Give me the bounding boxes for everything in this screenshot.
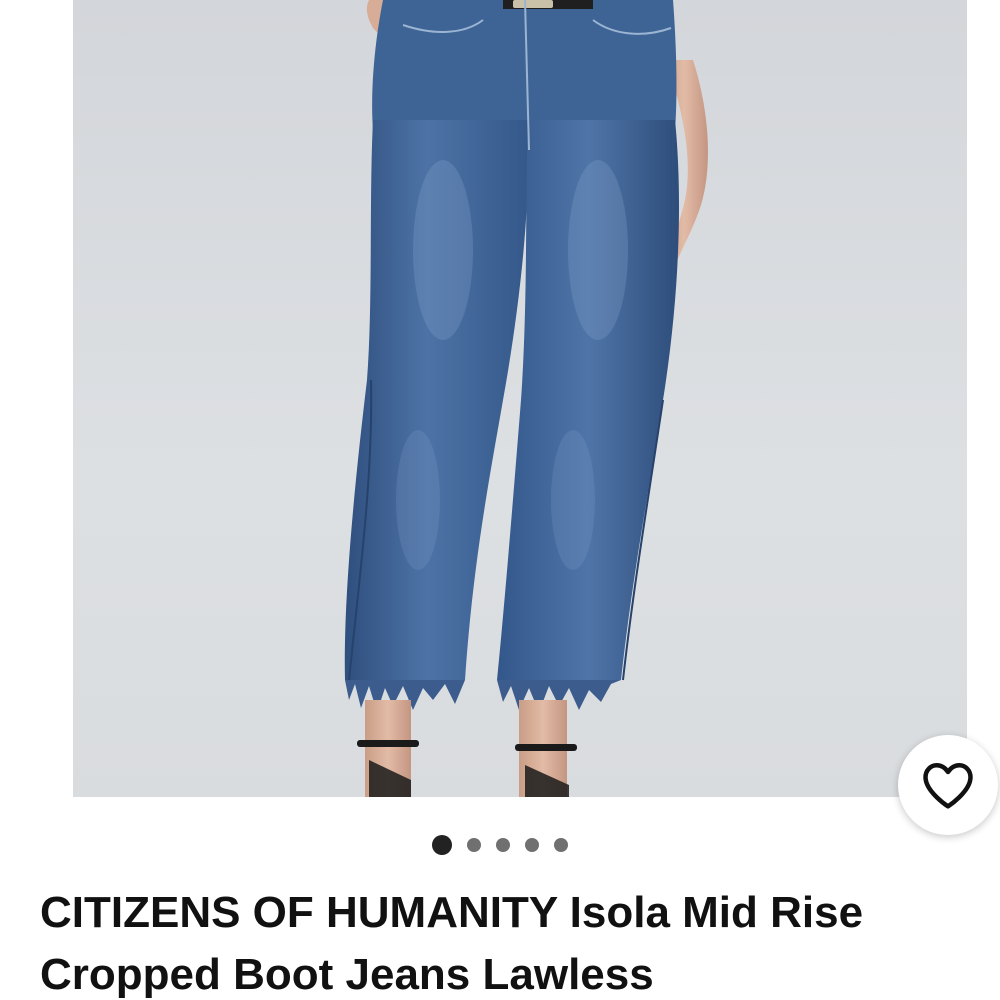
pagination-dot-2[interactable]: [467, 838, 481, 852]
listing-screen: CITIZENS OF HUMANITY Isola Mid Rise Crop…: [0, 0, 1000, 1000]
product-image[interactable]: [73, 0, 967, 797]
favorite-button[interactable]: [898, 735, 998, 835]
pagination-dot-3[interactable]: [496, 838, 510, 852]
heart-icon: [923, 762, 973, 809]
image-pagination: [0, 835, 1000, 855]
listing-title: CITIZENS OF HUMANITY Isola Mid Rise Crop…: [40, 882, 940, 1000]
pagination-dot-4[interactable]: [525, 838, 539, 852]
pagination-dot-5[interactable]: [554, 838, 568, 852]
pagination-dot-1[interactable]: [432, 835, 452, 855]
jeans-photo: [344, 0, 708, 797]
listing-brand: CITIZENS OF HUMANITY: [40, 888, 558, 937]
